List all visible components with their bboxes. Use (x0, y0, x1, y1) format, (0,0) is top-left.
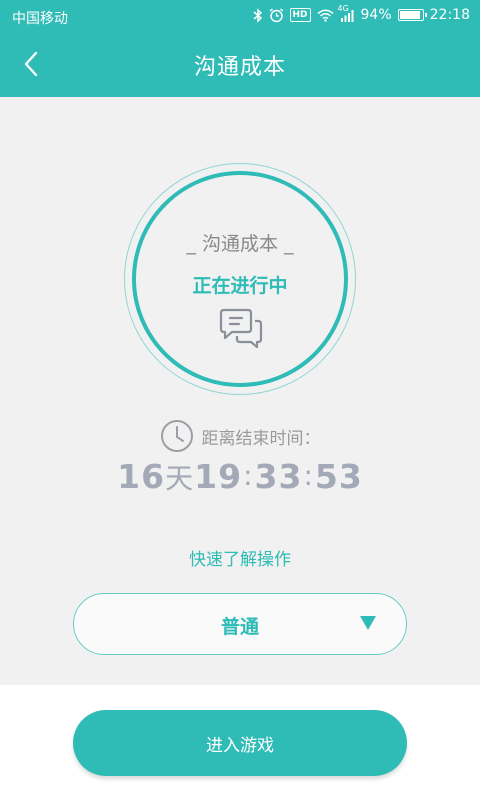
signal-icon: 4G (338, 4, 355, 22)
clock-icon (160, 420, 193, 452)
enter-game-button[interactable]: 进入游戏 (73, 710, 407, 776)
game-title: _ 沟通成本 _ (186, 233, 294, 255)
game-status: 正在进行中 (192, 275, 288, 297)
countdown-separator: : (303, 459, 314, 492)
countdown-hours: 19 (194, 457, 243, 496)
countdown-days-unit: 天 (165, 462, 195, 495)
countdown-timer: 16天19:33:53 (0, 457, 480, 497)
battery-percent: 94% (360, 7, 392, 23)
carrier-name: 中国移动 (12, 11, 68, 27)
status-icons: HD 4G 94% 22:18 (253, 4, 470, 23)
wifi-icon (317, 9, 334, 22)
page-title: 沟通成本 (193, 55, 286, 80)
alarm-icon (269, 7, 284, 23)
game-panel: _ 沟通成本 _ 正在进行中 距离结束时间： 16天19:33:53 快速了解操… (0, 97, 480, 685)
network-type: 4G (337, 3, 349, 13)
countdown-days: 16 (117, 457, 166, 496)
hd-icon: HD (289, 8, 311, 22)
status-bar: 中国移动 HD 4G 94% 22:18 (0, 0, 480, 33)
deadline-label: 距离结束时间： (201, 428, 321, 449)
chat-bubbles-icon (219, 308, 263, 349)
app-bar: 沟通成本 (0, 33, 480, 97)
countdown-separator: : (243, 459, 254, 492)
difficulty-value: 普通 (220, 616, 259, 638)
deadline-row: 距离结束时间： (0, 419, 480, 453)
quick-guide-link[interactable]: 快速了解操作 (0, 545, 480, 570)
triangle-down-icon (360, 616, 376, 630)
status-time: 22:18 (429, 7, 470, 23)
bluetooth-icon (253, 7, 263, 23)
header-area: 中国移动 HD 4G 94% 22:18 沟通成本 (0, 0, 480, 97)
battery-icon (397, 9, 427, 21)
battery-fill (399, 11, 421, 19)
difficulty-select[interactable]: 普通 (73, 593, 407, 655)
countdown-seconds: 53 (314, 457, 363, 496)
countdown-minutes: 33 (254, 457, 303, 496)
